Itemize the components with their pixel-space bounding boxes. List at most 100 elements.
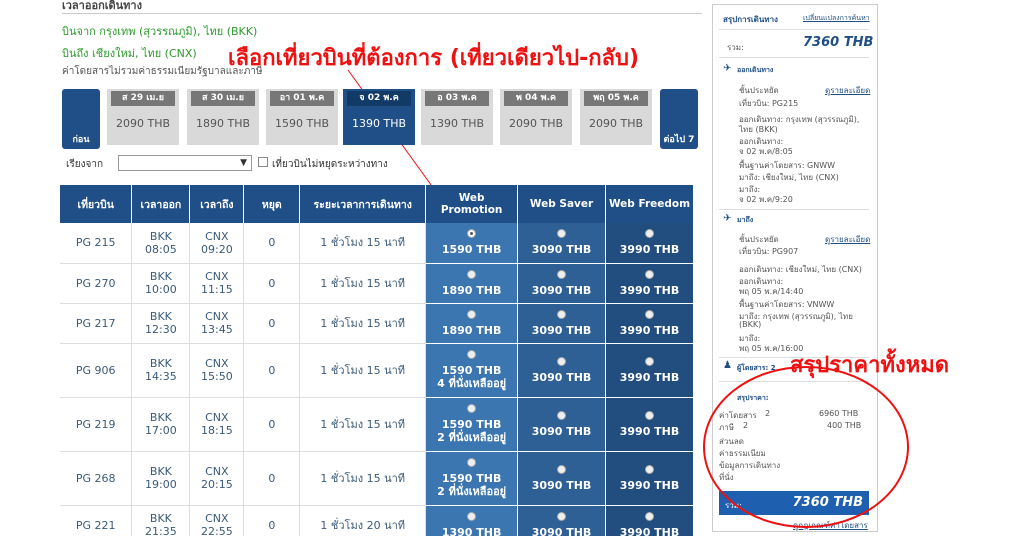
depart-time: BKK 21:35 (131, 505, 191, 536)
sort-select[interactable]: ▼ (118, 155, 252, 171)
col-header-web-promotion: Web Promotion (425, 185, 519, 223)
date-tab-price: 2090 THB (115, 117, 171, 130)
date-tab-price: 1590 THB (274, 117, 330, 130)
fare-cell-web-promotion[interactable]: 1590 THB 4 ที่นั่งเหลืออยู่ (425, 343, 519, 398)
stops: 0 (243, 223, 301, 264)
nonstop-checkbox[interactable] (258, 157, 268, 167)
stops: 0 (243, 451, 301, 506)
fare-radio[interactable] (467, 309, 477, 319)
stops: 0 (243, 343, 301, 398)
depart-flight: เที่ยวบิน: PG215 (739, 99, 799, 108)
flight-number: PG 906 (60, 343, 133, 398)
fare-price: 3990 THB (619, 283, 680, 297)
fare-radio[interactable] (467, 404, 477, 413)
next-week-button[interactable]: ต่อไป 7 (660, 89, 698, 149)
fare-cell-web-promotion[interactable]: 1390 THB (425, 505, 519, 536)
col-header-flight: เที่ยวบิน (60, 185, 133, 223)
fare-cell-web-saver[interactable]: 3090 THB (517, 343, 607, 398)
fare-cell-web-saver[interactable]: 3090 THB (517, 505, 607, 536)
fare-radio[interactable] (645, 269, 654, 279)
fare-cell-web-promotion[interactable]: 1590 THB 2 ที่นั่งเหลืออยู่ (425, 451, 519, 506)
depart-dep-time: จ 02 พ.ค/8:05 (739, 147, 793, 156)
fare-cell-web-promotion[interactable]: 1590 THB 2 ที่นั่งเหลืออยู่ (425, 397, 519, 452)
fare-cell-web-saver[interactable]: 3090 THB (517, 397, 607, 452)
fare-radio[interactable] (557, 269, 567, 279)
duration: 1 ชั่วโมง 15 นาที (299, 303, 427, 344)
duration: 1 ชั่วโมง 15 นาที (299, 223, 427, 264)
fare-radio[interactable] (467, 269, 477, 279)
summary-title: สรุปการเดินทาง (723, 15, 778, 24)
fare-price: 3090 THB (531, 525, 592, 536)
fare-radio[interactable] (467, 350, 477, 359)
fare-radio[interactable] (467, 511, 477, 521)
fare-radio[interactable] (645, 309, 654, 319)
fare-radio[interactable] (557, 511, 567, 521)
plane-depart-icon: ✈ (723, 63, 732, 74)
duration: 1 ชั่วโมง 15 นาที (299, 397, 427, 452)
date-tab[interactable]: ส 29 เม.ย 2090 THB (107, 89, 179, 145)
fare-price: 3990 THB (619, 243, 680, 257)
fare-cell-web-freedom[interactable]: 3990 THB (605, 223, 694, 264)
fare-radio[interactable] (645, 511, 654, 521)
fare-cell-web-freedom[interactable]: 3990 THB (605, 343, 694, 398)
date-tab[interactable]: อ 03 พ.ค 1390 THB (421, 89, 493, 145)
return-to-2: (BKK) (739, 320, 762, 329)
flights-table: เที่ยวบิน เวลาออก เวลาถึง หยุด ระยะเวลาก… (60, 185, 694, 536)
date-tab-label: พ 04 พ.ค (504, 91, 568, 106)
return-details-link[interactable]: ดูรายละเอียด (825, 233, 870, 246)
fare-cell-web-freedom[interactable]: 3990 THB (605, 303, 694, 344)
fare-cell-web-freedom[interactable]: 3990 THB (605, 263, 694, 304)
fare-cell-web-freedom[interactable]: 3990 THB (605, 505, 694, 536)
col-header-depart: เวลาออก (131, 185, 191, 223)
fare-cell-web-promotion[interactable]: 1890 THB (425, 303, 519, 344)
fare-radio[interactable] (645, 464, 654, 474)
arrive-time: CNX 22:55 (189, 505, 245, 536)
seats-left-note: 2 ที่นั่งเหลืออยู่ (437, 431, 507, 444)
annotation-circle (703, 366, 909, 528)
fare-cell-web-promotion[interactable]: 1590 THB (425, 223, 519, 264)
fare-cell-web-saver[interactable]: 3090 THB (517, 263, 607, 304)
date-tab[interactable]: อา 01 พ.ค 1590 THB (266, 89, 338, 145)
date-tab[interactable]: พ 04 พ.ค 2090 THB (500, 89, 572, 145)
fare-price: 3090 THB (531, 478, 592, 492)
depart-section-title: ออกเดินทาง (737, 66, 774, 74)
next-week-label: ต่อไป 7 (663, 135, 695, 145)
date-tab[interactable]: พฤ 05 พ.ค 2090 THB (580, 89, 652, 145)
change-search-link[interactable]: เปลี่ยนแปลงการค้นหา (803, 13, 870, 24)
fare-radio[interactable] (467, 229, 477, 239)
date-tab[interactable]: ส 30 เม.ย 1890 THB (187, 89, 259, 145)
fare-radio[interactable] (557, 410, 567, 420)
fare-cell-web-saver[interactable]: 3090 THB (517, 303, 607, 344)
fare-radio[interactable] (645, 356, 654, 366)
date-tab-label: ส 30 เม.ย (191, 91, 255, 106)
fare-price: 1590 THB (441, 472, 502, 485)
depart-time: BKK 08:05 (131, 223, 191, 264)
fare-cell-web-freedom[interactable]: 3990 THB (605, 451, 694, 506)
date-tab-selected[interactable]: จ 02 พ.ค 1390 THB (343, 89, 415, 145)
fare-cell-web-saver[interactable]: 3090 THB (517, 451, 607, 506)
fare-price: 1890 THB (441, 323, 502, 337)
depart-details-link[interactable]: ดูรายละเอียด (825, 84, 870, 97)
fare-radio[interactable] (467, 458, 477, 467)
date-tab-label: ส 29 เม.ย (111, 91, 175, 106)
seats-left-note: 4 ที่นั่งเหลืออยู่ (437, 377, 507, 390)
fare-radio[interactable] (645, 410, 654, 420)
fare-radio[interactable] (557, 356, 567, 366)
fare-radio[interactable] (557, 464, 567, 474)
fare-radio[interactable] (645, 229, 654, 239)
fare-cell-web-freedom[interactable]: 3990 THB (605, 397, 694, 452)
duration: 1 ชั่วโมง 20 นาที (299, 505, 427, 536)
date-tab-price: 1390 THB (351, 117, 407, 130)
prev-week-button[interactable]: ก่อน (62, 89, 100, 149)
arrive-time: CNX 09:20 (189, 223, 245, 264)
fare-radio[interactable] (557, 229, 567, 239)
fare-price: 1890 THB (441, 283, 502, 297)
fare-cell-web-promotion[interactable]: 1890 THB (425, 263, 519, 304)
table-row: PG 219 BKK 17:00 CNX 18:15 0 1 ชั่วโมง 15 นา… (60, 397, 694, 452)
fare-radio[interactable] (557, 309, 567, 319)
seats-left-note: 2 ที่นั่งเหลืออยู่ (437, 485, 507, 498)
duration: 1 ชั่วโมง 15 นาที (299, 451, 427, 506)
table-row: PG 217 BKK 12:30 CNX 13:45 0 1 ชั่วโมง 15 นา… (60, 303, 694, 344)
table-row: PG 270 BKK 10:00 CNX 11:15 0 1 ชั่วโมง 15 นา… (60, 263, 694, 304)
fare-cell-web-saver[interactable]: 3090 THB (517, 223, 607, 264)
